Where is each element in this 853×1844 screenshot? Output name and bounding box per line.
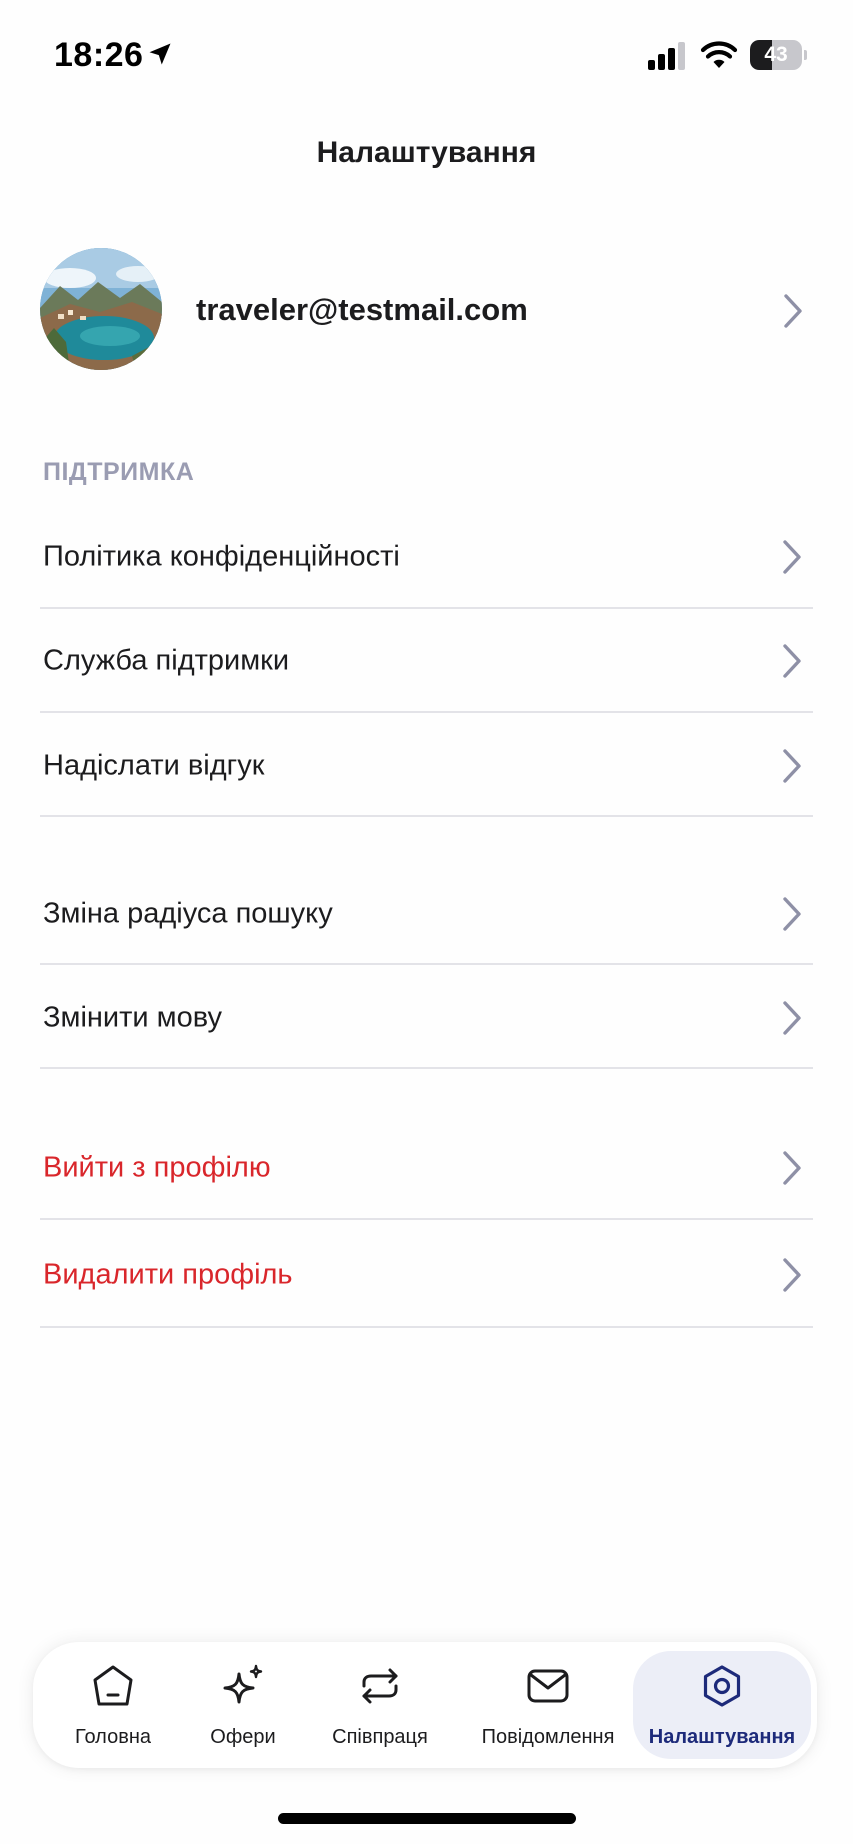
tab-label: Співпраця: [332, 1726, 428, 1748]
avatar: [40, 248, 162, 370]
divider: [40, 1218, 813, 1220]
menu-item-label: Зміна радіуса пошуку: [43, 897, 333, 930]
cellular-signal-icon: [648, 42, 685, 70]
battery-tip: [804, 50, 807, 60]
menu-item-label: Змінити мову: [43, 1001, 222, 1034]
chevron-right-icon: [783, 1258, 801, 1292]
menu-item-label: Політика конфіденційності: [43, 540, 400, 573]
repeat-icon: [362, 1668, 398, 1704]
menu-item-delete-profile[interactable]: Видалити профіль: [40, 1223, 813, 1327]
status-bar: 18:26 43: [0, 0, 853, 110]
settings-screen: 18:26 43 Налаштування traveler@testmail.…: [0, 0, 853, 1844]
battery-body: 43: [750, 40, 802, 70]
battery-indicator: 43: [750, 40, 807, 70]
tab-cooperation[interactable]: Співпраця: [313, 1642, 447, 1768]
tab-bar: Головна Офери Співпраця Повідомлення Нал…: [33, 1642, 817, 1768]
tab-messages[interactable]: Повідомлення: [467, 1642, 629, 1768]
menu-item-label: Видалити профіль: [43, 1258, 293, 1291]
wifi-icon: [700, 41, 738, 68]
tab-settings[interactable]: Налаштування: [633, 1642, 811, 1768]
divider: [40, 963, 813, 965]
chevron-right-icon: [783, 897, 801, 931]
tab-label: Повідомлення: [481, 1726, 615, 1748]
location-arrow-icon: [149, 43, 171, 65]
menu-item-logout[interactable]: Вийти з профілю: [40, 1116, 813, 1220]
menu-item-search-radius[interactable]: Зміна радіуса пошуку: [40, 862, 813, 966]
menu-item-send-feedback[interactable]: Надіслати відгук: [40, 714, 813, 818]
sparkles-icon: [223, 1664, 263, 1704]
section-header-support: ПІДТРИМКА: [43, 458, 195, 486]
tab-label: Офери: [210, 1726, 276, 1748]
avatar-landscape-image: [40, 248, 162, 370]
tab-home[interactable]: Головна: [53, 1642, 173, 1768]
menu-item-privacy-policy[interactable]: Політика конфіденційності: [40, 505, 813, 609]
menu-item-label: Вийти з профілю: [43, 1151, 271, 1184]
tab-offers[interactable]: Офери: [193, 1642, 293, 1768]
menu-item-label: Служба підтримки: [43, 644, 290, 677]
menu-item-label: Надіслати відгук: [43, 749, 265, 782]
battery-percent: 43: [764, 43, 788, 66]
chevron-right-icon: [783, 540, 801, 574]
menu-item-support-service[interactable]: Служба підтримки: [40, 609, 813, 713]
home-icon: [93, 1665, 133, 1706]
mail-icon: [527, 1669, 569, 1703]
chevron-right-icon: [783, 749, 801, 783]
menu-item-change-language[interactable]: Змінити мову: [40, 966, 813, 1070]
tab-label: Головна: [75, 1726, 151, 1748]
status-time: 18:26: [54, 36, 144, 74]
chevron-right-icon: [783, 1151, 801, 1185]
divider: [40, 1326, 813, 1328]
profile-email: traveler@testmail.com: [196, 292, 528, 327]
chevron-right-icon: [783, 1001, 801, 1035]
tab-label: Налаштування: [648, 1726, 796, 1748]
home-indicator[interactable]: [278, 1813, 576, 1824]
chevron-right-icon: [783, 644, 801, 678]
profile-row[interactable]: traveler@testmail.com: [0, 244, 853, 374]
divider: [40, 711, 813, 713]
settings-icon: [703, 1665, 741, 1707]
divider: [40, 815, 813, 817]
divider: [40, 1067, 813, 1069]
chevron-right-icon: [784, 294, 802, 328]
page-title: Налаштування: [316, 136, 537, 169]
